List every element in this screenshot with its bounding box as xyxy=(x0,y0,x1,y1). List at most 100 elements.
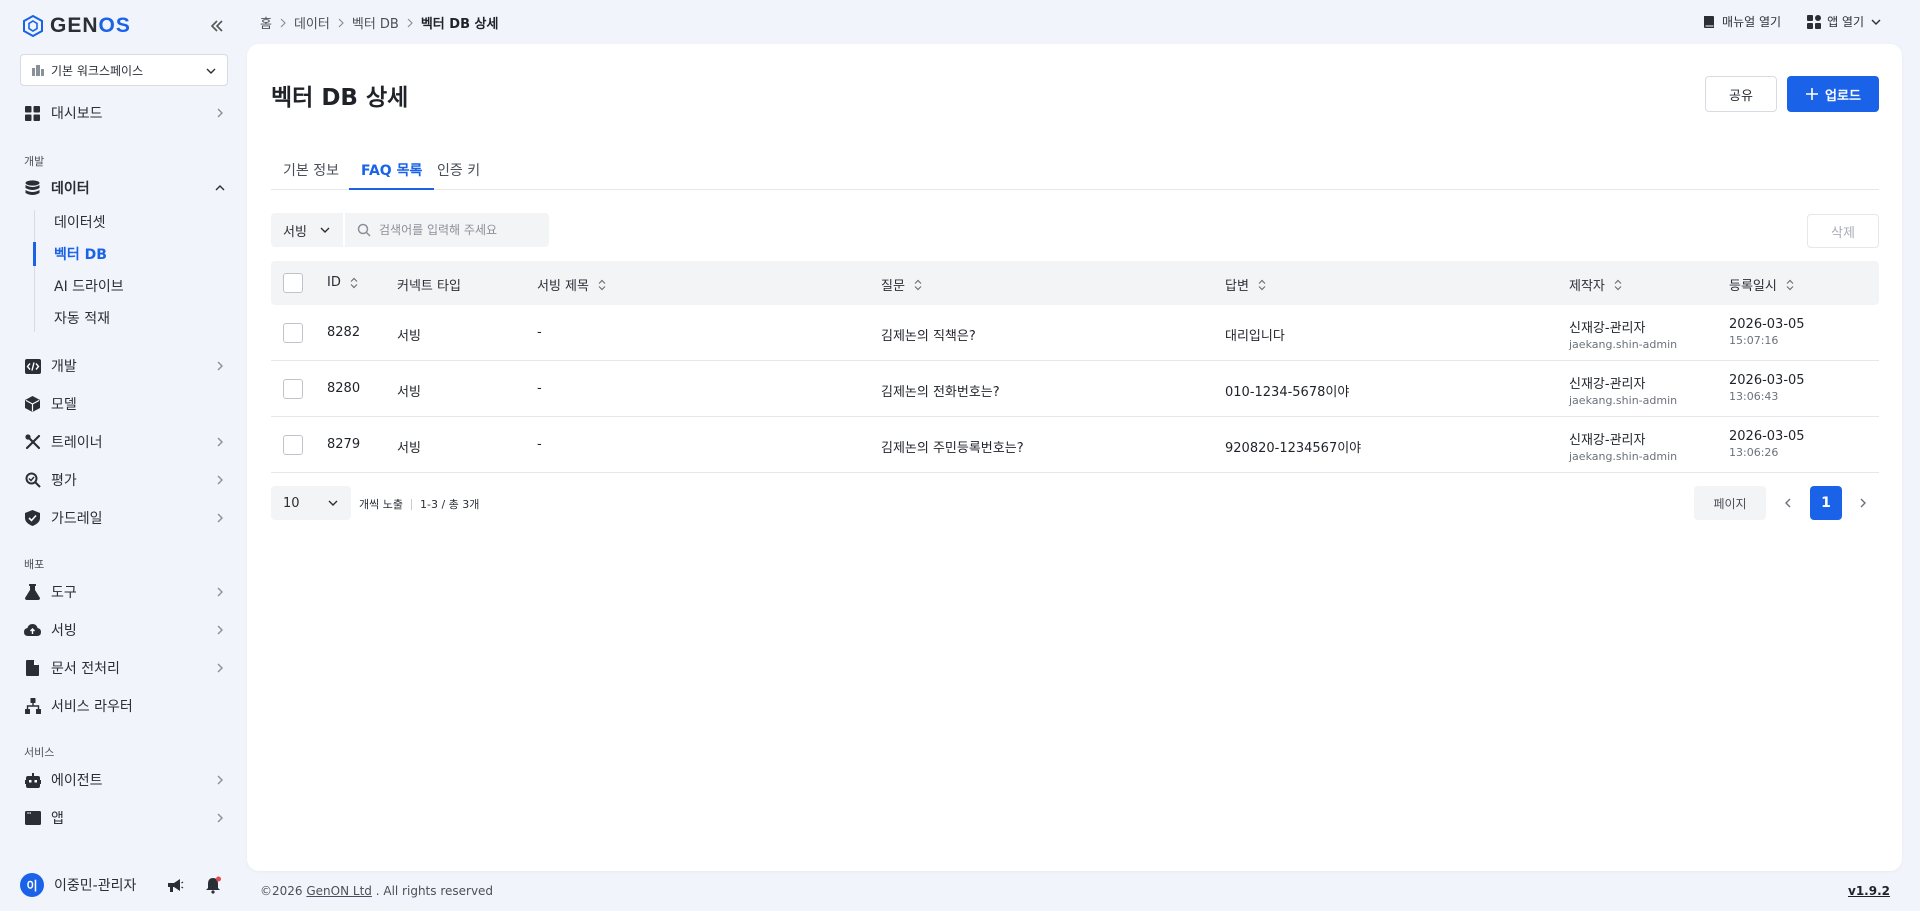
page-title: 벡터 DB 상세 xyxy=(271,85,409,111)
tabs: 기본 정보 FAQ 목록 인증 키 xyxy=(271,156,1879,190)
search-icon xyxy=(357,223,371,237)
chevron-down-icon xyxy=(206,68,216,74)
chevron-right-icon xyxy=(217,625,223,635)
column-header-question[interactable]: 질문 xyxy=(881,275,923,294)
table-row[interactable]: 8279 서빙 - 김제논의 주민등록번호는? 920820-1234567이야… xyxy=(271,417,1879,473)
upload-button[interactable]: 업로드 xyxy=(1787,76,1879,112)
sidebar-subitem-vector-db[interactable]: 벡터 DB xyxy=(54,244,107,264)
sidebar-item-label: 도구 xyxy=(51,585,77,601)
sidebar-item-dashboard[interactable]: 대시보드 xyxy=(24,101,226,125)
next-page-icon[interactable] xyxy=(1857,497,1869,509)
copyright: ©2026 GenON Ltd . All rights reserved xyxy=(260,884,494,898)
sidebar-item-trainer[interactable]: 트레이너 xyxy=(24,430,226,454)
chevron-right-icon xyxy=(217,587,223,597)
page-size-select[interactable]: 10 xyxy=(271,486,351,520)
sidebar-subitem-ai-drive[interactable]: AI 드라이브 xyxy=(54,276,124,296)
page-info: 개씩 노출 1-3 / 총 3개 xyxy=(359,496,479,512)
sidebar-item-dev[interactable]: 개발 xyxy=(24,354,226,378)
logo[interactable]: GENOS xyxy=(22,14,227,38)
chevron-right-icon xyxy=(217,513,223,523)
prev-page-icon[interactable] xyxy=(1782,497,1794,509)
dashboard-icon xyxy=(24,105,41,122)
chevron-right-icon xyxy=(217,775,223,785)
open-app-dropdown[interactable]: 앱 열기 xyxy=(1807,13,1882,30)
logo-text: GENOS xyxy=(50,14,131,37)
app-window-icon xyxy=(24,810,41,827)
network-icon xyxy=(24,698,41,715)
sidebar-subitem-dataset[interactable]: 데이터셋 xyxy=(54,212,106,232)
sort-icon xyxy=(1786,279,1794,290)
cell-creator: 신재강-관리자 jaekang.shin-admin xyxy=(1569,321,1678,351)
user-name: 이중민-관리자 xyxy=(54,878,137,894)
column-header-serving-title[interactable]: 서빙 제목 xyxy=(537,275,607,294)
open-manual-link[interactable]: 매뉴얼 열기 xyxy=(1702,13,1781,30)
sidebar: GENOS 기본 워크스페이스 대시보드 개발 데이터 데이터셋 벡터 DB A… xyxy=(0,0,245,911)
company-link[interactable]: GenON Ltd xyxy=(306,884,372,898)
section-label-deploy: 배포 xyxy=(24,558,45,571)
sidebar-item-app[interactable]: 앱 xyxy=(24,806,226,830)
robot-icon xyxy=(24,772,41,789)
tab-auth-key[interactable]: 인증 키 xyxy=(437,156,480,190)
chevron-right-icon xyxy=(280,18,286,27)
sidebar-item-label: 모델 xyxy=(51,397,77,413)
select-all-checkbox[interactable] xyxy=(283,273,303,293)
sidebar-item-agent[interactable]: 에이전트 xyxy=(24,768,226,792)
page-size-label: 개씩 노출 xyxy=(359,498,403,511)
sidebar-item-model[interactable]: 모델 xyxy=(24,392,226,416)
filter-type-select[interactable]: 서빙 xyxy=(271,213,343,247)
cell-registered: 2026-03-05 13:06:43 xyxy=(1729,373,1805,403)
book-icon xyxy=(1704,15,1715,28)
breadcrumb-vector-db[interactable]: 벡터 DB xyxy=(352,13,399,32)
submenu-active-indicator xyxy=(33,242,36,266)
sidebar-subitem-auto-load[interactable]: 자동 적재 xyxy=(54,308,110,328)
share-button[interactable]: 공유 xyxy=(1705,76,1777,112)
sidebar-item-service-router[interactable]: 서비스 라우터 xyxy=(24,694,226,718)
megaphone-icon[interactable] xyxy=(166,876,184,894)
sidebar-item-doc-preprocess[interactable]: 문서 전처리 xyxy=(24,656,226,680)
workspace-select[interactable]: 기본 워크스페이스 xyxy=(20,54,228,86)
page-jump-button[interactable]: 페이지 xyxy=(1694,486,1766,520)
sidebar-item-label: 개발 xyxy=(51,359,77,375)
page-number-current[interactable]: 1 xyxy=(1810,486,1842,520)
cell-question: 김제논의 전화번호는? xyxy=(881,385,1000,400)
database-icon xyxy=(24,180,41,197)
delete-button[interactable]: 삭제 xyxy=(1807,214,1879,248)
tab-basic-info[interactable]: 기본 정보 xyxy=(283,156,339,190)
apps-grid-icon xyxy=(1807,14,1822,29)
sidebar-item-label: 서빙 xyxy=(51,623,77,639)
sidebar-item-serving[interactable]: 서빙 xyxy=(24,618,226,642)
chevron-right-icon xyxy=(217,361,223,371)
column-header-registered[interactable]: 등록일시 xyxy=(1729,275,1795,294)
sidebar-item-eval[interactable]: 평가 xyxy=(24,468,226,492)
sidebar-item-guardrail[interactable]: 가드레일 xyxy=(24,506,226,530)
column-header-answer[interactable]: 답변 xyxy=(1225,275,1267,294)
row-checkbox[interactable] xyxy=(283,379,303,399)
tools-icon xyxy=(24,434,41,451)
cell-serving-title: - xyxy=(537,325,542,340)
table-row[interactable]: 8280 서빙 - 김제논의 전화번호는? 010-1234-5678이야 신재… xyxy=(271,361,1879,417)
collapse-sidebar-icon[interactable] xyxy=(207,16,227,36)
section-label-service: 서비스 xyxy=(24,746,55,759)
search-input[interactable] xyxy=(379,223,539,237)
sidebar-item-tools[interactable]: 도구 xyxy=(24,580,226,604)
sort-icon xyxy=(1258,279,1266,290)
row-checkbox[interactable] xyxy=(283,435,303,455)
table-row[interactable]: 8282 서빙 - 김제논의 직책은? 대리입니다 신재강-관리자 jaekan… xyxy=(271,305,1879,361)
shield-icon xyxy=(24,510,41,527)
sidebar-item-data[interactable]: 데이터 xyxy=(24,176,226,200)
column-header-creator[interactable]: 제작자 xyxy=(1569,275,1623,294)
breadcrumb-home[interactable]: 홈 xyxy=(260,13,272,32)
chevron-down-icon xyxy=(328,500,338,506)
sidebar-item-label: 에이전트 xyxy=(51,773,103,789)
building-icon xyxy=(32,65,44,76)
chevron-right-icon xyxy=(338,18,344,27)
sidebar-item-label: 대시보드 xyxy=(51,106,103,122)
version-link[interactable]: v1.9.2 xyxy=(1848,884,1890,898)
column-header-id[interactable]: ID xyxy=(327,275,359,290)
tab-faq-list[interactable]: FAQ 목록 xyxy=(349,156,435,190)
bell-icon[interactable] xyxy=(204,876,222,894)
row-checkbox[interactable] xyxy=(283,323,303,343)
flask-icon xyxy=(24,584,41,601)
breadcrumb-data[interactable]: 데이터 xyxy=(294,13,330,32)
user-profile[interactable]: 이 이중민-관리자 xyxy=(20,872,230,898)
